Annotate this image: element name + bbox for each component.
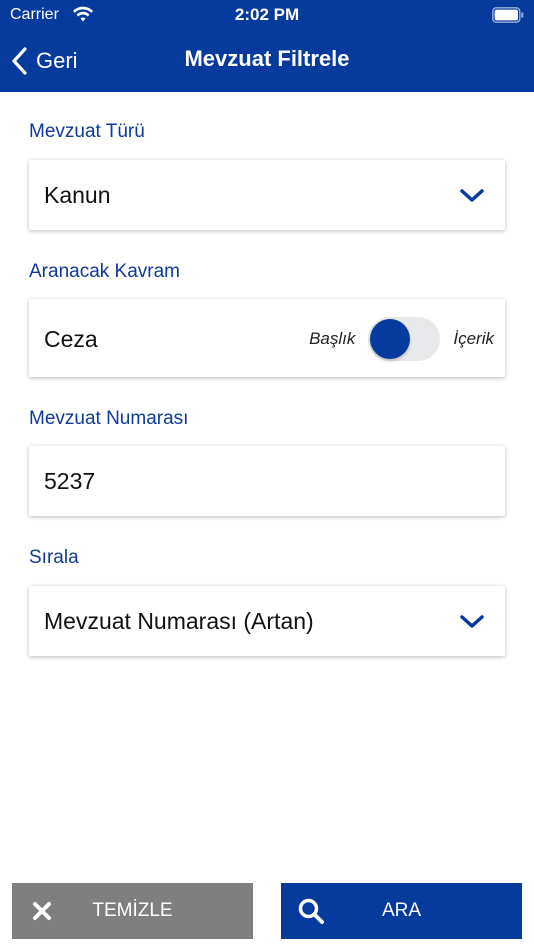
type-label: Mevzuat Türü bbox=[29, 121, 145, 142]
page-title: Mevzuat Filtrele bbox=[184, 46, 350, 71]
toggle-option-title: Başlık bbox=[309, 329, 356, 348]
search-scope-toggle-group: Başlık İçerik bbox=[309, 317, 494, 361]
battery-icon bbox=[492, 7, 524, 23]
status-bar: Carrier 2:02 PM bbox=[0, 0, 534, 30]
number-field[interactable]: 5237 bbox=[29, 446, 505, 516]
term-card: Ceza Başlık İçerik bbox=[29, 299, 505, 377]
type-select[interactable]: Kanun bbox=[29, 160, 505, 230]
chevron-down-icon bbox=[460, 189, 484, 202]
clear-label: TEMİZLE bbox=[92, 900, 173, 921]
search-scope-toggle[interactable] bbox=[368, 317, 441, 361]
nav-bar: Geri Mevzuat Filtrele bbox=[0, 30, 534, 92]
sort-label: Sırala bbox=[29, 547, 79, 568]
search-button[interactable]: ARA bbox=[281, 883, 522, 939]
clear-button[interactable]: TEMİZLE bbox=[12, 883, 253, 939]
sort-value: Mevzuat Numarası (Artan) bbox=[44, 608, 314, 634]
toggle-knob bbox=[370, 319, 411, 359]
number-label: Mevzuat Numarası bbox=[29, 408, 189, 429]
search-label: ARA bbox=[381, 900, 422, 921]
term-label: Aranacak Kavram bbox=[29, 261, 181, 282]
number-value: 5237 bbox=[44, 468, 96, 494]
status-time: 2:02 PM bbox=[234, 5, 300, 24]
chevron-down-icon bbox=[460, 615, 484, 628]
term-input[interactable]: Ceza bbox=[44, 326, 98, 353]
type-value: Kanun bbox=[44, 182, 111, 208]
app-root: Carrier 2:02 PM Geri Mevzuat Filtrele Me… bbox=[0, 0, 534, 950]
sort-select[interactable]: Mevzuat Numarası (Artan) bbox=[29, 586, 505, 656]
top-bar: Carrier 2:02 PM Geri Mevzuat Filtrele bbox=[0, 0, 534, 92]
toggle-option-content: İçerik bbox=[453, 329, 494, 348]
